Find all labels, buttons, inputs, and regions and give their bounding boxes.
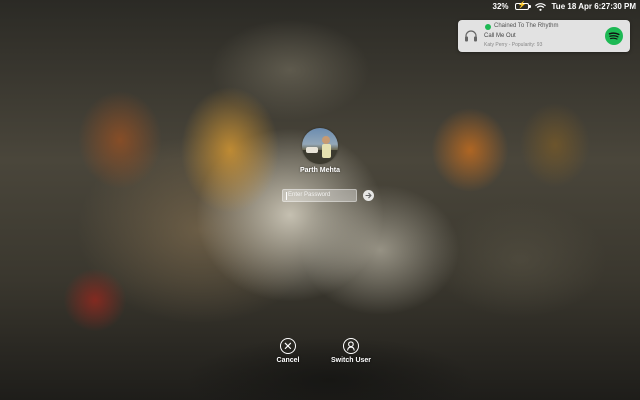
- avatar[interactable]: [302, 128, 338, 164]
- headphones-icon: [464, 29, 478, 47]
- submit-password-button[interactable]: [363, 190, 374, 201]
- menubar-clock[interactable]: Tue 18 Apr 6:27:30 PM: [552, 2, 636, 11]
- cancel-button[interactable]: Cancel: [258, 338, 318, 364]
- close-icon: [280, 338, 296, 354]
- notification-artist-popularity: Katy Perry - Popularity: 93: [484, 42, 543, 48]
- now-playing-notification[interactable]: Chained To The Rhythm Call Me Out Katy P…: [458, 20, 630, 52]
- notification-title: Chained To The Rhythm: [494, 23, 559, 29]
- text-caret: [286, 192, 287, 200]
- cancel-label: Cancel: [276, 357, 300, 364]
- password-placeholder: Enter Password: [288, 192, 331, 198]
- wifi-icon[interactable]: [534, 2, 546, 11]
- notification-song: Call Me Out: [484, 33, 516, 39]
- user-name: Parth Mehta: [299, 167, 341, 174]
- switch-user-label: Switch User: [330, 357, 372, 364]
- arrow-right-icon: [365, 192, 372, 199]
- spotify-small-icon: [485, 24, 491, 30]
- battery-percent: 32%: [492, 2, 509, 11]
- battery-icon[interactable]: [514, 1, 531, 10]
- switch-user-button[interactable]: Switch User: [321, 338, 381, 364]
- password-input[interactable]: Enter Password: [282, 189, 357, 202]
- user-icon: [343, 338, 359, 354]
- spotify-icon: [605, 27, 623, 45]
- menu-bar: 32% Tue 18 Apr 6:27:30 PM: [493, 0, 640, 13]
